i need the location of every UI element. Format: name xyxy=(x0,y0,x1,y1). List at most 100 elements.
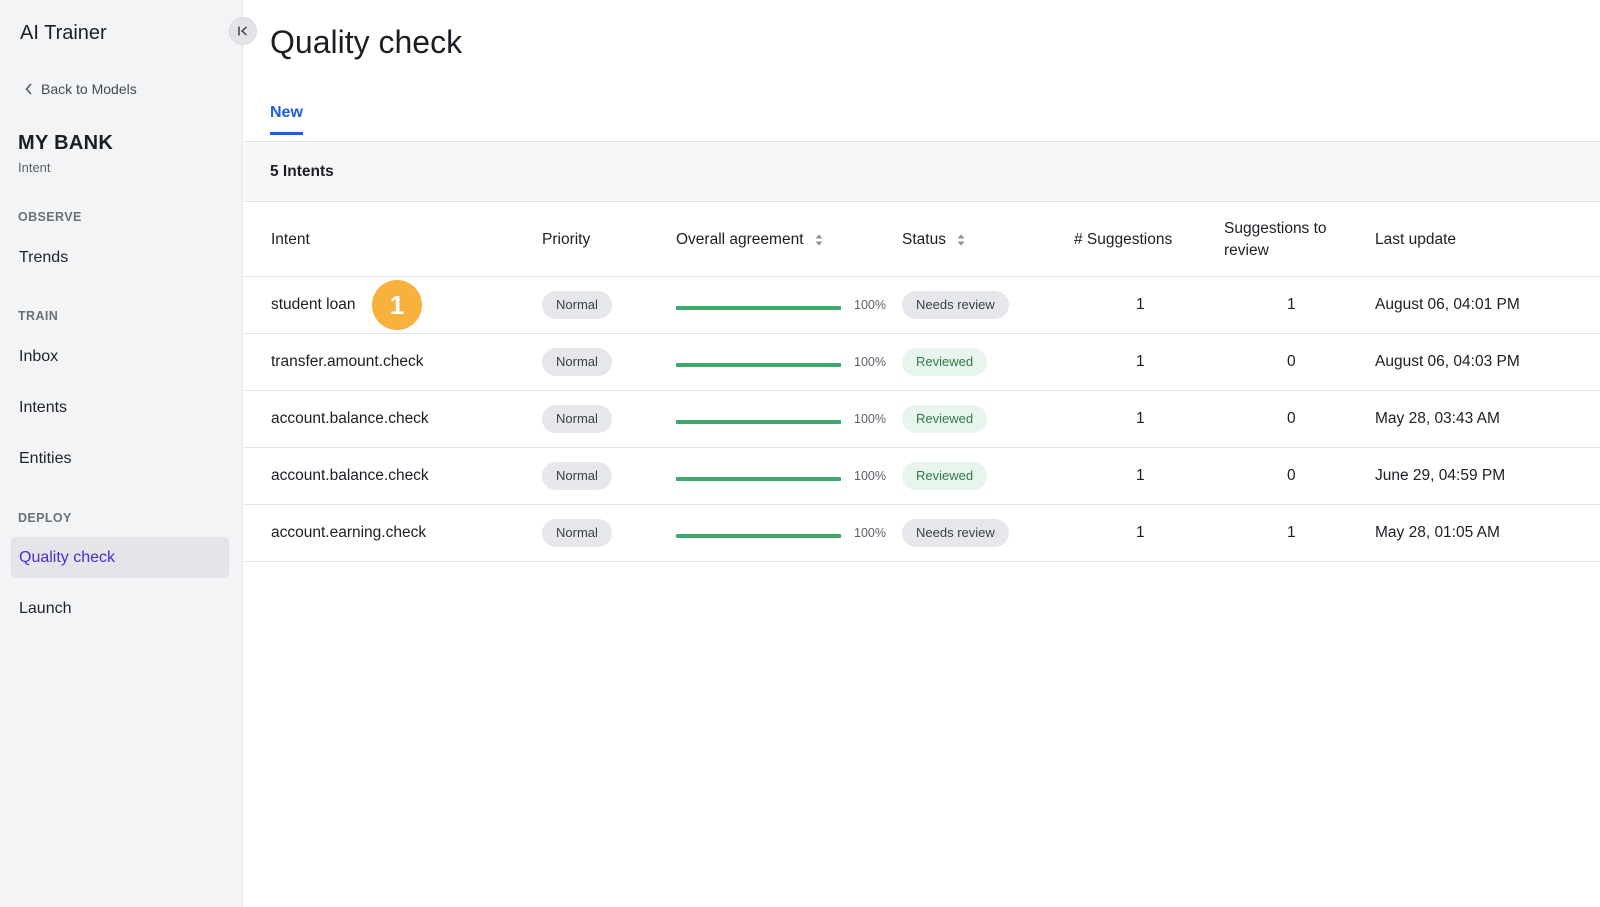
sort-icon[interactable] xyxy=(814,233,824,247)
status-cell: Reviewed xyxy=(902,391,988,447)
step-number-badge: 1 xyxy=(372,280,422,330)
column-header-agreement-label: Overall agreement xyxy=(676,231,804,248)
suggestions-count: 1 xyxy=(1136,353,1145,370)
status-badge: Reviewed xyxy=(902,405,988,433)
status-badge: Reviewed xyxy=(902,462,988,490)
agreement-cell: 100% xyxy=(676,391,886,447)
agreement-cell: 100% xyxy=(676,448,886,504)
table-row[interactable]: account.earning.check Normal 100% Needs … xyxy=(244,505,1600,562)
sidebar-item-intents[interactable]: Intents xyxy=(11,387,229,428)
agreement-percent: 100% xyxy=(854,469,886,483)
priority-badge: Normal xyxy=(542,291,612,319)
chevron-left-icon xyxy=(25,83,32,95)
suggestions-to-review-count: 1 xyxy=(1287,296,1296,313)
table-row[interactable]: account.balance.check Normal 100% Review… xyxy=(244,391,1600,448)
priority-badge: Normal xyxy=(542,405,612,433)
back-to-models-label: Back to Models xyxy=(41,81,137,97)
agreement-percent: 100% xyxy=(854,355,886,369)
intent-name[interactable]: transfer.amount.check xyxy=(271,334,424,390)
column-header-suggestions: # Suggestions xyxy=(1074,229,1172,251)
sidebar-item-entities[interactable]: Entities xyxy=(11,438,229,479)
priority-cell: Normal xyxy=(542,334,612,390)
section-label-deploy: DEPLOY xyxy=(18,511,72,525)
priority-cell: Normal xyxy=(542,391,612,447)
status-badge: Needs review xyxy=(902,291,1009,319)
model-type: Intent xyxy=(18,160,51,175)
last-update: August 06, 04:01 PM xyxy=(1375,296,1520,313)
sidebar-item-trends[interactable]: Trends xyxy=(11,237,229,278)
column-header-status[interactable]: Status xyxy=(902,229,966,251)
agreement-cell: 100% xyxy=(676,505,886,561)
collapse-sidebar-button[interactable] xyxy=(229,17,257,45)
agreement-bar xyxy=(676,306,841,310)
column-header-to-review-label: Suggestions to review xyxy=(1224,220,1327,259)
table-row[interactable]: transfer.amount.check Normal 100% Review… xyxy=(244,334,1600,391)
agreement-bar xyxy=(676,534,841,538)
tab-new[interactable]: New xyxy=(270,104,303,135)
sidebar: AI Trainer Back to Models MY BANK Intent… xyxy=(0,0,243,907)
suggestions-to-review-count: 0 xyxy=(1287,353,1296,370)
intent-name[interactable]: account.balance.check xyxy=(271,448,429,504)
intent-name[interactable]: student loan xyxy=(271,277,355,333)
column-header-last-update-label: Last update xyxy=(1375,231,1457,248)
column-header-intent: Intent xyxy=(271,229,310,251)
sort-icon[interactable] xyxy=(956,233,966,247)
column-header-intent-label: Intent xyxy=(271,231,310,248)
priority-cell: Normal xyxy=(542,505,612,561)
priority-cell: Normal xyxy=(542,277,612,333)
suggestions-count: 1 xyxy=(1136,524,1145,541)
suggestions-count: 1 xyxy=(1136,467,1145,484)
column-header-priority: Priority xyxy=(542,229,590,251)
column-header-agreement[interactable]: Overall agreement xyxy=(676,229,824,251)
agreement-cell: 100% xyxy=(676,277,886,333)
section-label-observe: OBSERVE xyxy=(18,210,82,224)
priority-badge: Normal xyxy=(542,462,612,490)
column-header-to-review: Suggestions to review xyxy=(1224,218,1344,262)
collapse-left-icon xyxy=(238,26,247,36)
status-badge: Needs review xyxy=(902,519,1009,547)
suggestions-to-review-count: 0 xyxy=(1287,467,1296,484)
column-header-priority-label: Priority xyxy=(542,231,591,248)
table-row[interactable]: account.balance.check Normal 100% Review… xyxy=(244,448,1600,505)
agreement-percent: 100% xyxy=(854,412,886,426)
model-name: MY BANK xyxy=(18,132,114,154)
agreement-bar xyxy=(676,363,841,367)
priority-cell: Normal xyxy=(542,448,612,504)
sidebar-item-quality-check[interactable]: Quality check xyxy=(11,537,229,578)
suggestions-to-review-count: 1 xyxy=(1287,524,1296,541)
sidebar-item-launch[interactable]: Launch xyxy=(11,588,229,629)
table-row[interactable]: student loan Normal 100% Needs review 1 … xyxy=(244,277,1600,334)
status-cell: Needs review xyxy=(902,505,1009,561)
back-to-models-link[interactable]: Back to Models xyxy=(25,81,137,97)
status-cell: Reviewed xyxy=(902,334,988,390)
intent-name[interactable]: account.balance.check xyxy=(271,391,429,447)
agreement-percent: 100% xyxy=(854,526,886,540)
agreement-bar xyxy=(676,420,841,424)
priority-badge: Normal xyxy=(542,519,612,547)
app-title: AI Trainer xyxy=(20,22,107,44)
agreement-bar xyxy=(676,477,841,481)
last-update: June 29, 04:59 PM xyxy=(1375,467,1506,484)
section-label-train: TRAIN xyxy=(18,309,59,323)
status-badge: Reviewed xyxy=(902,348,988,376)
status-cell: Reviewed xyxy=(902,448,988,504)
sidebar-item-inbox[interactable]: Inbox xyxy=(11,336,229,377)
intent-count: 5 Intents xyxy=(270,163,334,180)
column-header-status-label: Status xyxy=(902,231,946,248)
status-cell: Needs review xyxy=(902,277,1009,333)
last-update: May 28, 03:43 AM xyxy=(1375,410,1500,427)
agreement-cell: 100% xyxy=(676,334,886,390)
column-header-suggestions-label: # Suggestions xyxy=(1074,231,1173,248)
intent-name[interactable]: account.earning.check xyxy=(271,505,426,561)
count-bar: 5 Intents xyxy=(244,142,1600,202)
table-header: Intent Priority Overall agreement Status… xyxy=(244,203,1600,277)
column-header-last-update: Last update xyxy=(1375,229,1456,251)
agreement-percent: 100% xyxy=(854,298,886,312)
last-update: May 28, 01:05 AM xyxy=(1375,524,1500,541)
last-update: August 06, 04:03 PM xyxy=(1375,353,1520,370)
page-title: Quality check xyxy=(270,24,463,60)
suggestions-count: 1 xyxy=(1136,410,1145,427)
suggestions-count: 1 xyxy=(1136,296,1145,313)
suggestions-to-review-count: 0 xyxy=(1287,410,1296,427)
priority-badge: Normal xyxy=(542,348,612,376)
